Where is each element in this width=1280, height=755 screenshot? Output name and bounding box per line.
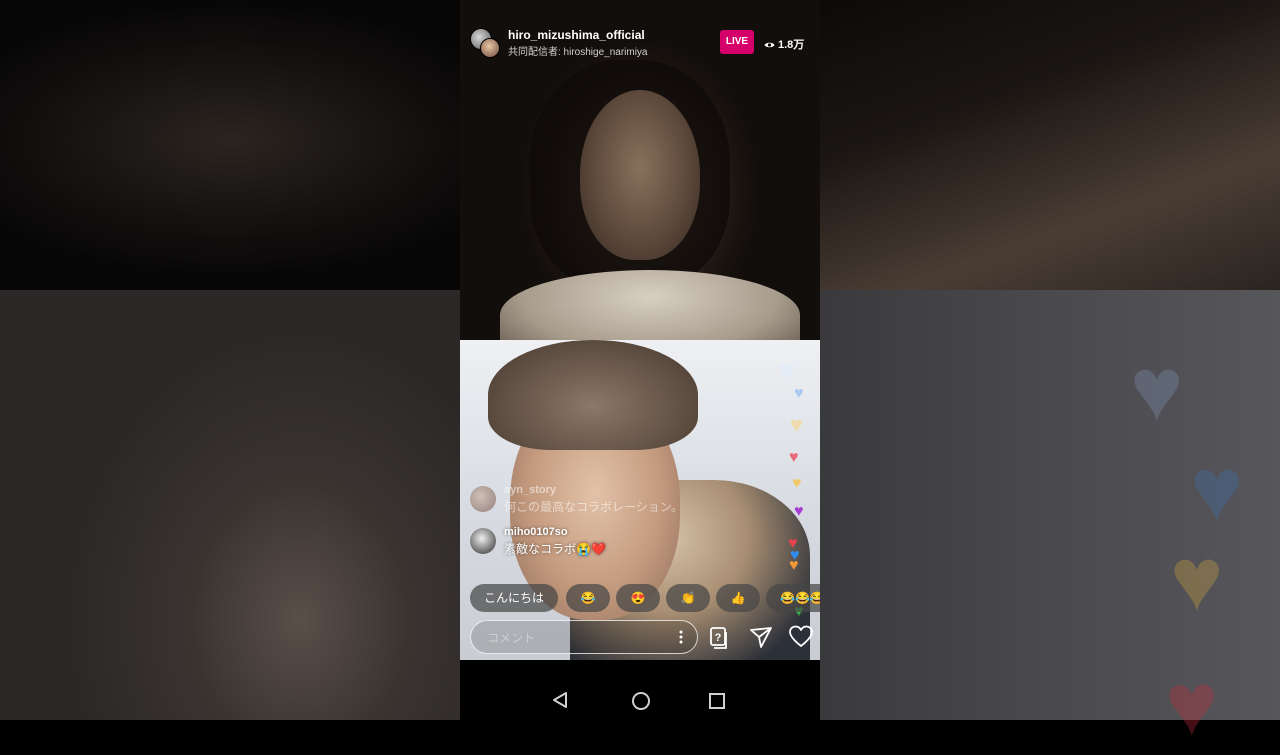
quick-reaction-chip[interactable]: 👍 [716, 584, 760, 612]
viewer-count[interactable]: 1.8万 [764, 36, 804, 52]
system-navigation-bar [460, 660, 820, 720]
comment-avatar[interactable] [470, 528, 496, 554]
live-stream-screen: hiro_mizushima_official 共同配信者: hiroshige… [460, 0, 820, 720]
host-username[interactable]: hiro_mizushima_official [508, 28, 645, 42]
paper-plane-icon[interactable] [748, 624, 774, 650]
background-blur-bottom-left [0, 290, 460, 720]
floating-heart-icon: ♥ [790, 412, 804, 437]
floating-heart-icon: ♥ [778, 354, 796, 387]
quick-reaction-chip[interactable]: 👏 [666, 584, 710, 612]
home-circle-icon[interactable] [632, 692, 650, 710]
blurred-heart-icon: ♥ [1165, 655, 1219, 755]
comment-text: 素敵なコラボ😭❤️ [504, 542, 606, 556]
svg-text:?: ? [715, 632, 722, 644]
background-blur-top-left [0, 0, 460, 290]
floating-heart-icon: ♥ [794, 385, 804, 402]
floating-heart-icon: ♥ [789, 557, 799, 574]
floating-heart-icon: ♥ [794, 503, 804, 520]
floating-heart-icon: ♥ [792, 475, 802, 492]
cohost-avatar[interactable] [480, 38, 500, 58]
comment-composer: ? [470, 620, 813, 654]
live-header: hiro_mizushima_official 共同配信者: hiroshige… [470, 26, 810, 60]
background-blur-bottom-right: ♥ ♥ ♥ ♥ [820, 290, 1280, 750]
comment-input[interactable] [485, 628, 669, 648]
cohost-line[interactable]: 共同配信者: hiroshige_narimiya [508, 43, 648, 58]
comment-avatar[interactable] [470, 486, 496, 512]
host-avatars[interactable] [470, 28, 500, 58]
floating-heart-icon: ♥ [789, 449, 799, 466]
live-badge: LIVE [720, 30, 754, 54]
heart-outline-icon[interactable] [788, 624, 814, 650]
background-blur-top-right [820, 0, 1280, 290]
quick-reaction-chip[interactable]: 😂 [566, 584, 610, 612]
quick-reaction-chip[interactable]: こんにちは [470, 584, 558, 612]
quick-reaction-chip[interactable]: 😂😂😂 [766, 584, 820, 612]
comment-field[interactable] [470, 620, 698, 654]
question-box-icon[interactable]: ? [706, 624, 732, 650]
back-triangle-icon[interactable] [552, 691, 568, 709]
blurred-heart-icon: ♥ [1170, 530, 1224, 630]
blurred-heart-icon: ♥ [1190, 440, 1244, 540]
comment-text: 何この最高なコラボレーション。 [504, 500, 684, 514]
comment-username[interactable]: ayn_story [504, 484, 556, 496]
quick-reaction-chip[interactable]: 😍 [616, 584, 660, 612]
viewer-count-value: 1.8万 [778, 39, 805, 51]
comment-username[interactable]: miho0107so [504, 526, 568, 538]
more-vertical-icon[interactable] [679, 629, 683, 645]
blurred-heart-icon: ♥ [1130, 340, 1184, 440]
recent-apps-square-icon[interactable] [709, 693, 725, 709]
eye-icon [764, 42, 775, 48]
